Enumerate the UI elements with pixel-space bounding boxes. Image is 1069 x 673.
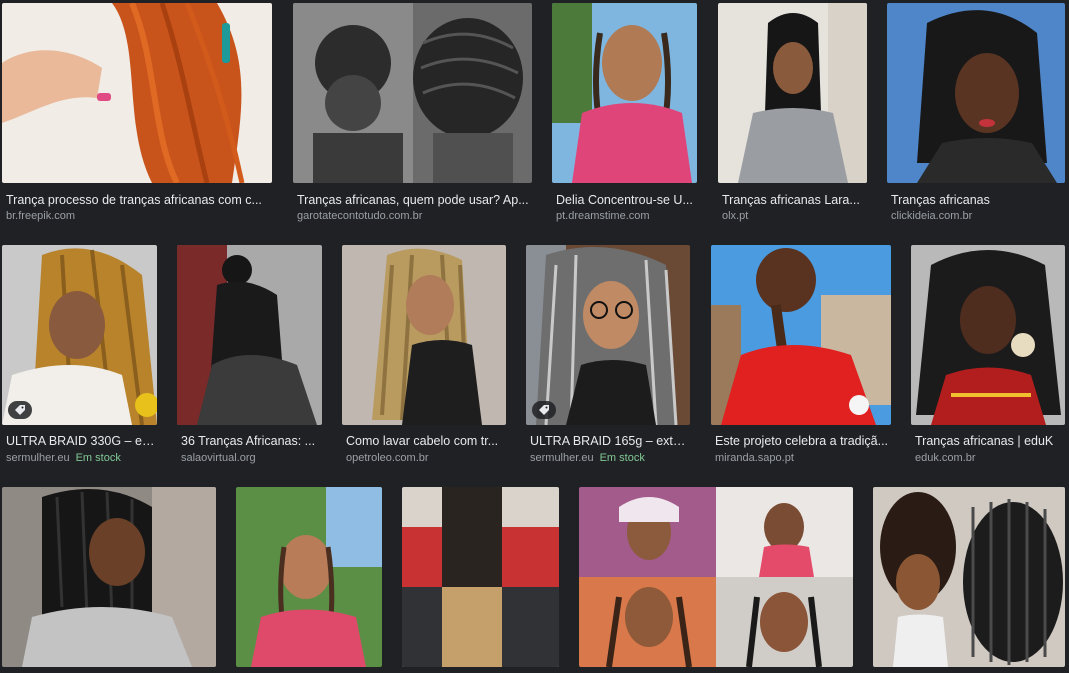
result-thumbnail[interactable] xyxy=(526,245,690,425)
result-card[interactable]: Tranças africanas clickideia.com.br xyxy=(887,3,1065,225)
result-source: salaovirtual.org xyxy=(181,452,256,464)
result-thumbnail[interactable] xyxy=(718,3,867,183)
price-tag-badge xyxy=(8,401,32,419)
result-card[interactable]: Tranças africanas | eduK eduk.com.br xyxy=(911,245,1065,467)
result-thumbnail[interactable] xyxy=(887,3,1065,183)
result-thumbnail[interactable] xyxy=(402,487,559,667)
result-title[interactable]: Trança processo de tranças africanas com… xyxy=(6,193,272,207)
result-card[interactable]: Como lavar cabelo com tr... opetroleo.co… xyxy=(342,245,506,467)
result-card[interactable]: Delia Concentrou-se U... pt.dreamstime.c… xyxy=(552,3,697,225)
result-card[interactable]: Este projeto celebra a tradiçã... mirand… xyxy=(711,245,891,467)
result-card[interactable] xyxy=(2,487,216,667)
result-source: olx.pt xyxy=(722,210,749,222)
result-thumbnail[interactable] xyxy=(911,245,1065,425)
result-title[interactable]: Este projeto celebra a tradiçã... xyxy=(715,434,891,448)
result-source: garotatecontotudo.com.br xyxy=(297,210,423,222)
result-source: opetroleo.com.br xyxy=(346,452,429,464)
stock-status: Em stock xyxy=(75,452,121,464)
result-card[interactable]: Tranças africanas, quem pode usar? Ap...… xyxy=(293,3,532,225)
result-source: eduk.com.br xyxy=(915,452,976,464)
result-title[interactable]: ULTRA BRAID 330G – ext... xyxy=(6,434,157,448)
result-thumbnail[interactable] xyxy=(552,3,697,183)
result-thumbnail[interactable] xyxy=(177,245,322,425)
result-card[interactable]: Trança processo de tranças africanas com… xyxy=(2,3,272,225)
result-thumbnail[interactable] xyxy=(293,3,532,183)
result-thumbnail[interactable] xyxy=(2,245,157,425)
result-card[interactable] xyxy=(873,487,1065,667)
result-source: sermulher.eu Em stock xyxy=(6,452,121,464)
result-title[interactable]: Tranças africanas Lara... xyxy=(722,193,867,207)
result-title[interactable]: Como lavar cabelo com tr... xyxy=(346,434,506,448)
result-thumbnail[interactable] xyxy=(711,245,891,425)
result-card[interactable]: ULTRA BRAID 330G – ext... sermulher.eu Em… xyxy=(2,245,157,467)
result-title[interactable]: Delia Concentrou-se U... xyxy=(556,193,697,207)
result-title[interactable]: Tranças africanas | eduK xyxy=(915,434,1065,448)
result-thumbnail[interactable] xyxy=(342,245,506,425)
result-source: sermulher.eu Em stock xyxy=(530,452,645,464)
result-thumbnail[interactable] xyxy=(2,487,216,667)
result-thumbnail[interactable] xyxy=(579,487,853,667)
result-title[interactable]: 36 Tranças Africanas: ... xyxy=(181,434,322,448)
stock-status: Em stock xyxy=(599,452,645,464)
result-title[interactable]: Tranças africanas, quem pode usar? Ap... xyxy=(297,193,532,207)
result-source: pt.dreamstime.com xyxy=(556,210,650,222)
price-tag-badge xyxy=(532,401,556,419)
result-card[interactable]: ULTRA BRAID 165g – exten... sermulher.eu… xyxy=(526,245,690,467)
result-card[interactable]: 36 Tranças Africanas: ... salaovirtual.o… xyxy=(177,245,322,467)
result-thumbnail[interactable] xyxy=(2,3,272,183)
result-title[interactable]: ULTRA BRAID 165g – exten... xyxy=(530,434,690,448)
result-card[interactable]: Tranças africanas Lara... olx.pt xyxy=(718,3,867,225)
result-source: miranda.sapo.pt xyxy=(715,452,794,464)
result-source: br.freepik.com xyxy=(6,210,76,222)
result-card[interactable] xyxy=(402,487,559,667)
result-card[interactable] xyxy=(579,487,853,667)
result-thumbnail[interactable] xyxy=(236,487,382,667)
result-title[interactable]: Tranças africanas xyxy=(891,193,1065,207)
tag-icon xyxy=(539,405,549,415)
result-thumbnail[interactable] xyxy=(873,487,1065,667)
result-card[interactable] xyxy=(236,487,382,667)
result-source: clickideia.com.br xyxy=(891,210,973,222)
tag-icon xyxy=(15,405,25,415)
